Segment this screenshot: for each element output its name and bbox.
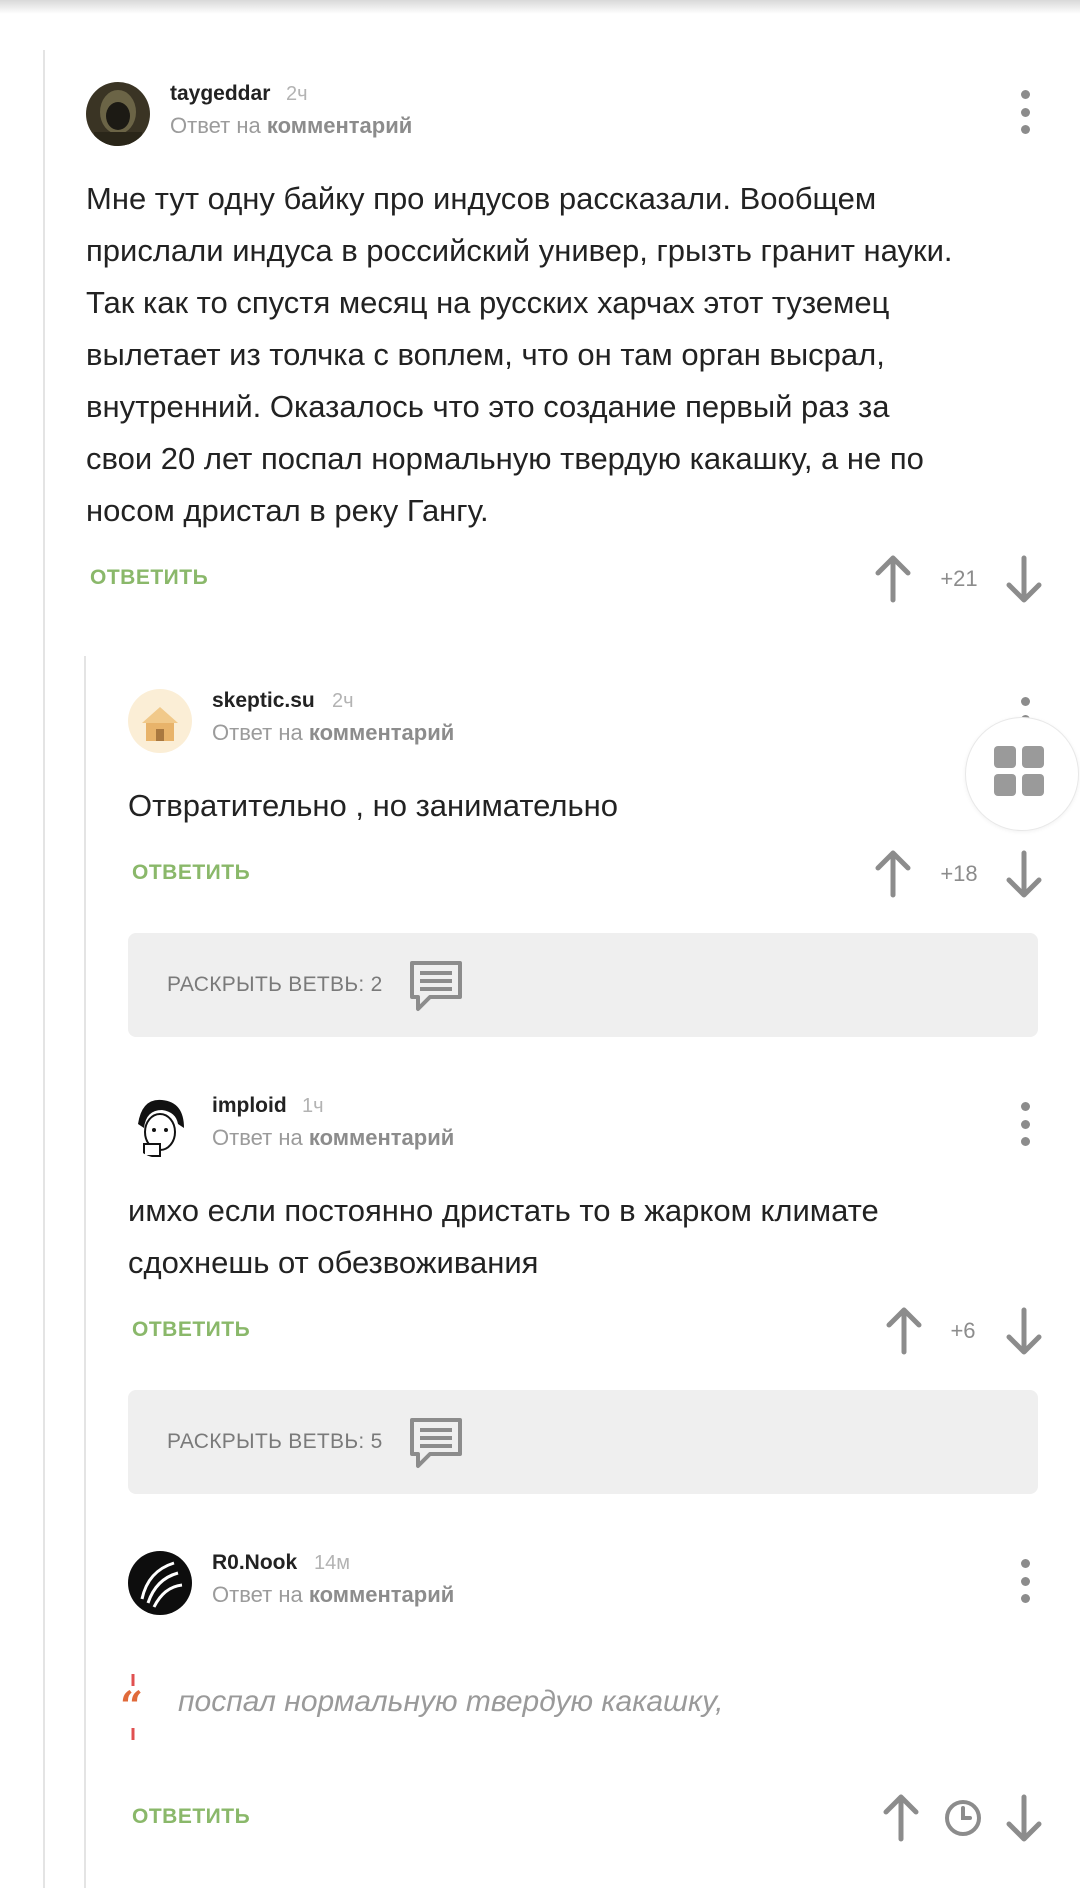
arrow-down-icon[interactable] <box>1004 1306 1044 1356</box>
arrow-down-icon[interactable] <box>1004 849 1044 899</box>
expand-thread-label: РАСКРЫТЬ ВЕТВЬ: 2 <box>167 973 383 996</box>
avatar-image <box>128 689 192 753</box>
reply-prefix: Ответ на <box>212 1125 303 1150</box>
comment-body: Отвратительно , но занимательно <box>128 780 1080 832</box>
thread-line-nested[interactable] <box>84 656 86 1888</box>
comment-line: сдохнешь от обезвоживания <box>128 1245 539 1280</box>
author-name[interactable]: R0.Nook <box>212 1551 297 1575</box>
reply-button[interactable]: ОТВЕТИТЬ <box>132 861 250 885</box>
comment-line: внутренний. Оказалось что это создание п… <box>86 389 890 424</box>
arrow-up-icon[interactable] <box>873 849 913 899</box>
expand-thread-button[interactable]: РАСКРЫТЬ ВЕТВЬ: 2 <box>128 933 1038 1037</box>
comments-icon <box>410 961 462 1011</box>
more-vert-icon[interactable] <box>1010 90 1040 134</box>
reply-prefix: Ответ на <box>212 720 303 745</box>
quoted-text: поспал нормальную твердую какашку, <box>178 1685 724 1718</box>
svg-text:“: “ <box>120 1683 143 1730</box>
avatar[interactable] <box>128 1551 192 1615</box>
reply-button[interactable]: ОТВЕТИТЬ <box>90 566 208 590</box>
comment-line: Так как то спустя месяц на русских харча… <box>86 285 890 320</box>
comment-line: Отвратительно , но занимательно <box>128 788 618 823</box>
author-name[interactable]: imploid <box>212 1094 287 1118</box>
more-vert-icon[interactable] <box>1010 1102 1040 1146</box>
comment-time: 1ч <box>302 1095 324 1117</box>
comment-line: вылетает из толчка с воплем, что он там … <box>86 337 885 372</box>
reply-comment-link[interactable]: комментарий <box>267 113 412 138</box>
reply-prefix: Ответ на <box>212 1582 303 1607</box>
arrow-up-icon[interactable] <box>884 1306 924 1356</box>
quote-icon: “ <box>120 1674 143 1740</box>
author-name[interactable]: taygeddar <box>170 82 270 106</box>
reply-button[interactable]: ОТВЕТИТЬ <box>132 1805 250 1829</box>
arrow-down-icon[interactable] <box>1004 554 1044 604</box>
avatar-image <box>128 1551 192 1615</box>
comment-line: имхо если постоянно дристать то в жарком… <box>128 1193 879 1228</box>
reply-to-line: Ответ на комментарий <box>170 113 412 139</box>
avatar[interactable] <box>128 689 192 753</box>
comment-body: Мне тут одну байку про индусов рассказал… <box>86 173 1046 537</box>
avatar-image <box>128 1094 192 1158</box>
reply-to-line: Ответ на комментарий <box>212 720 454 746</box>
reply-button[interactable]: ОТВЕТИТЬ <box>132 1318 250 1342</box>
vote-score: +6 <box>950 1318 976 1343</box>
grid-menu-button[interactable] <box>965 717 1079 831</box>
arrow-down-icon[interactable] <box>1004 1793 1044 1843</box>
comment-time: 14м <box>314 1552 350 1574</box>
top-shadow <box>0 0 1080 14</box>
clock-icon <box>945 1800 981 1836</box>
comment-line: носом дристал в реку Гангу. <box>86 493 489 528</box>
expand-thread-label: РАСКРЫТЬ ВЕТВЬ: 5 <box>167 1430 383 1453</box>
vote-score: +18 <box>940 861 978 886</box>
avatar[interactable] <box>128 1094 192 1158</box>
arrow-up-icon[interactable] <box>881 1793 921 1843</box>
comment-time: 2ч <box>332 690 354 712</box>
comment-body: имхо если постоянно дристать то в жарком… <box>128 1185 1080 1289</box>
reply-to-line: Ответ на комментарий <box>212 1582 454 1608</box>
reply-to-line: Ответ на комментарий <box>212 1125 454 1151</box>
reply-comment-link[interactable]: комментарий <box>309 1125 454 1150</box>
vote-score: +21 <box>940 566 978 591</box>
more-vert-icon[interactable] <box>1010 1559 1040 1603</box>
comment-line: Мне тут одну байку про индусов рассказал… <box>86 181 877 216</box>
comment-line: свои 20 лет поспал нормальную твердую ка… <box>86 441 924 476</box>
reply-prefix: Ответ на <box>170 113 261 138</box>
avatar-image <box>86 82 150 146</box>
comment-line: прислали индуса в российский универ, гры… <box>86 233 953 268</box>
author-name[interactable]: skeptic.su <box>212 689 315 713</box>
expand-thread-button[interactable]: РАСКРЫТЬ ВЕТВЬ: 5 <box>128 1390 1038 1494</box>
thread-line-root[interactable] <box>43 50 45 1888</box>
reply-comment-link[interactable]: комментарий <box>309 1582 454 1607</box>
reply-comment-link[interactable]: комментарий <box>309 720 454 745</box>
comment-time: 2ч <box>286 83 308 105</box>
comments-icon <box>410 1418 462 1468</box>
avatar[interactable] <box>86 82 150 146</box>
arrow-up-icon[interactable] <box>873 554 913 604</box>
